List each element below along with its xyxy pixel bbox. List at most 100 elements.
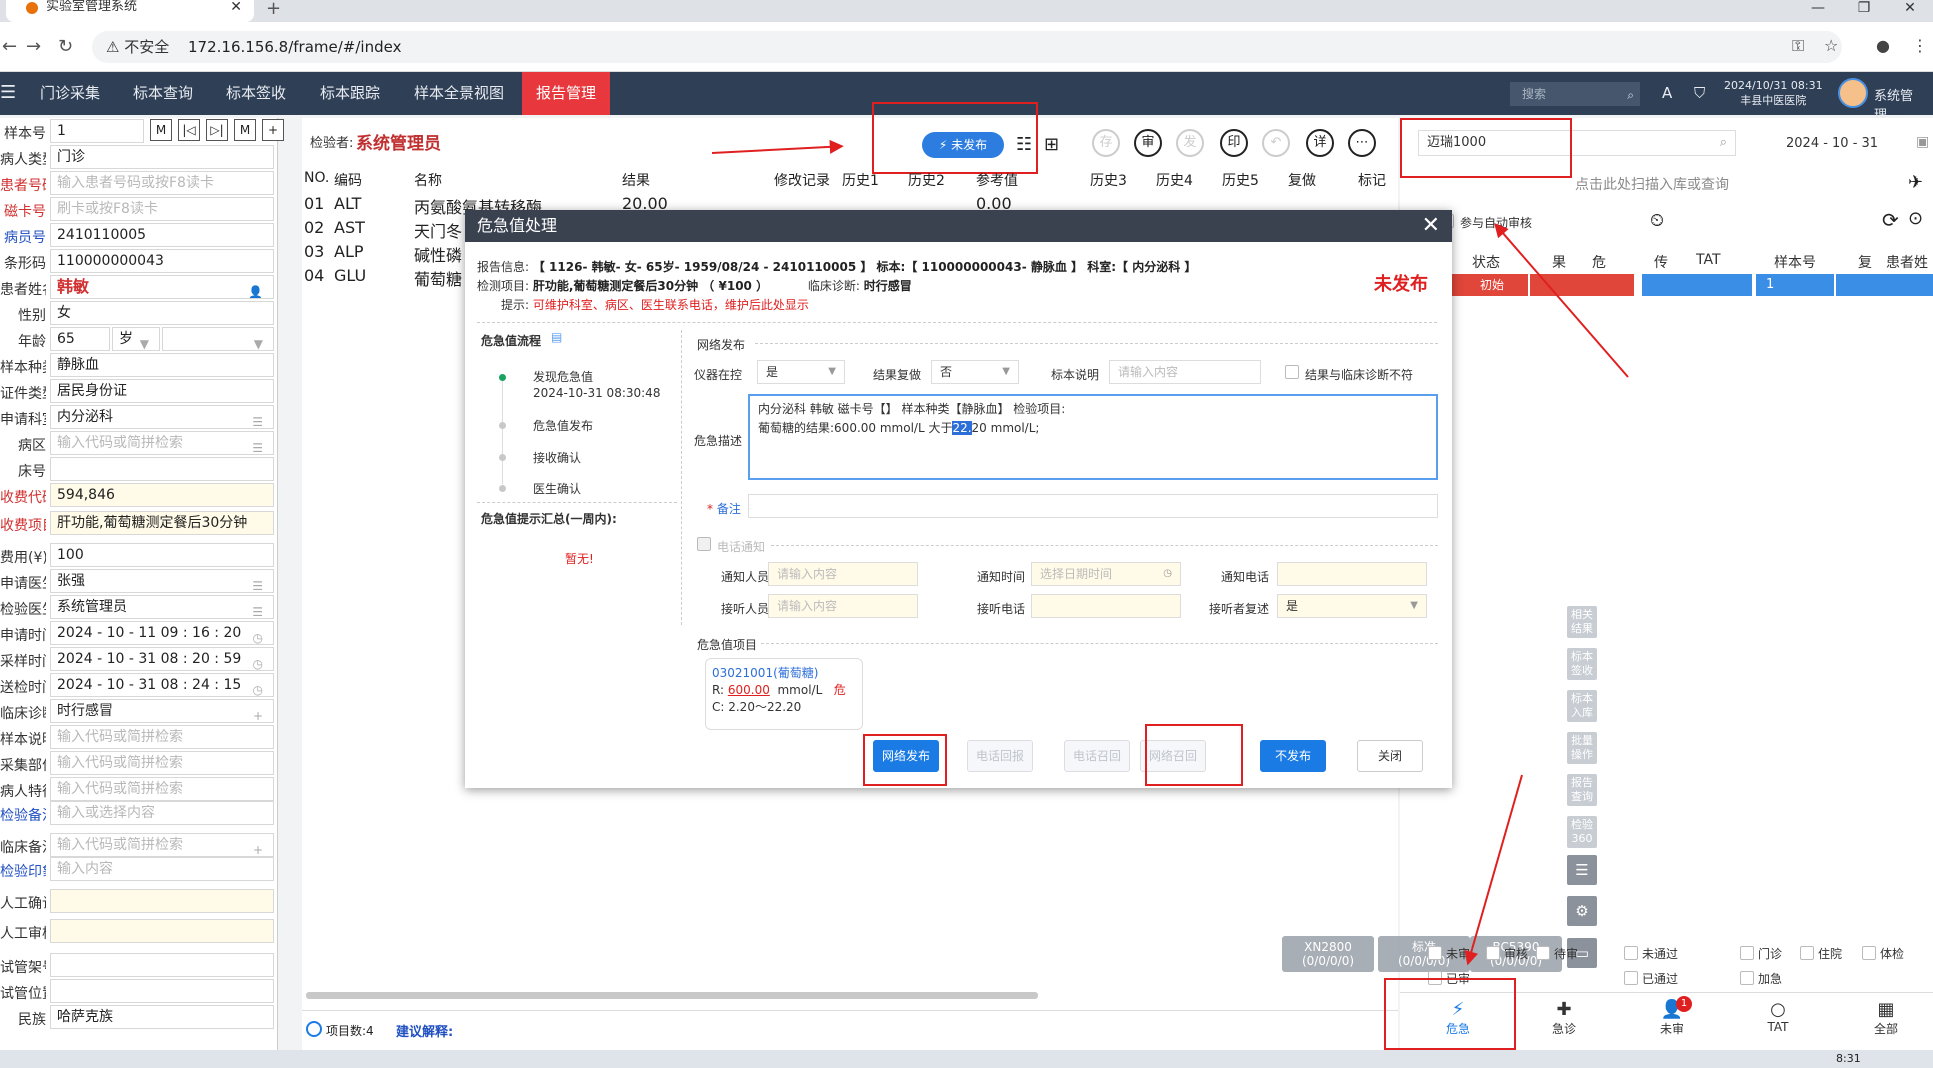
key-icon[interactable]: ⚿ — [1792, 36, 1804, 56]
unpublished-button[interactable]: ⚡ 未发布 — [922, 132, 1004, 158]
receiver-input[interactable]: 请输入内容 — [768, 594, 918, 618]
nav-item-sample-query[interactable]: 标本查询 — [133, 72, 193, 115]
radio-icon[interactable] — [306, 1021, 322, 1037]
toolbar-circle-button[interactable]: ⋯ — [1348, 129, 1376, 157]
url-input[interactable]: ⚠ 不安全 172.16.156.8/frame/#/index — [92, 31, 1842, 63]
close-icon[interactable]: ✕ — [1422, 210, 1440, 242]
filter-checkbox[interactable] — [1800, 946, 1814, 960]
filter-checkbox[interactable] — [1428, 946, 1442, 960]
more-icon[interactable]: ⊙ — [1908, 208, 1923, 229]
dropdown-icon[interactable]: ☰ — [252, 411, 263, 428]
age-input[interactable]: 65 — [50, 327, 110, 351]
filter-checkbox[interactable] — [1740, 946, 1754, 960]
forward-icon[interactable]: → — [26, 36, 41, 57]
retest-select[interactable]: 否 ▼ — [931, 360, 1019, 384]
field-input[interactable]: 594,846 — [50, 483, 274, 507]
mismatch-checkbox[interactable] — [1285, 365, 1299, 379]
toolbar-circle-button[interactable]: 审 — [1134, 129, 1162, 157]
new-tab-icon[interactable]: + — [266, 0, 281, 19]
clock-icon[interactable]: ◷ — [253, 679, 263, 696]
add-icon[interactable]: + — [253, 839, 263, 856]
dropdown-icon[interactable]: ☰ — [252, 575, 263, 592]
field-input[interactable]: 输入代码或简拼检索 ☰ — [50, 431, 274, 455]
toolbar-circle-button[interactable]: ↶ — [1262, 129, 1290, 157]
field-input[interactable]: 刷卡或按F8读卡 — [50, 197, 274, 221]
nav-item-sample-track[interactable]: 标本跟踪 — [320, 72, 380, 115]
field-input[interactable]: 2410110005 — [50, 223, 274, 247]
remark-input[interactable] — [748, 494, 1438, 518]
sample-tool-button[interactable]: M — [150, 119, 172, 141]
dropdown-icon[interactable]: ☰ — [252, 437, 263, 454]
notify-person-input[interactable]: 请输入内容 — [768, 562, 918, 586]
instrument-select[interactable]: 是 ▼ — [757, 360, 845, 384]
expand-icon[interactable]: ⊞ — [1044, 134, 1059, 155]
phone-report-button[interactable]: 电话回报 — [967, 740, 1033, 772]
scan-hint[interactable]: 点击此处扫描入库或查询 — [1575, 174, 1729, 194]
field-input[interactable]: 输入内容 — [50, 857, 274, 881]
filter-checkbox[interactable] — [1536, 946, 1550, 960]
close-button[interactable]: 关闭 — [1357, 740, 1423, 772]
toolbar-circle-button[interactable]: 印 — [1220, 129, 1248, 157]
star-icon[interactable]: ☆ — [1824, 36, 1838, 55]
field-input[interactable] — [50, 953, 274, 977]
critical-description-textarea[interactable]: 内分泌科 韩敏 磁卡号【】 样本种类【静脉血】 检验项目: 葡萄糖的结果:600… — [748, 394, 1438, 480]
side-action-button[interactable]: 相关结果 — [1567, 606, 1597, 638]
toolbar-circle-button[interactable]: 发 — [1176, 129, 1204, 157]
menu-icon[interactable]: ⋮ — [1912, 36, 1928, 55]
sample-tool-button[interactable]: + — [262, 119, 284, 141]
sample-row[interactable]: 初始 1 — [1400, 274, 1933, 296]
critical-item-card[interactable]: 03021001(葡萄糖) R: 600.00 mmol/L 危 C: 2.20… — [705, 658, 863, 730]
field-input[interactable] — [50, 889, 274, 913]
pin-icon[interactable]: ✈ — [1908, 172, 1923, 193]
menu-toggle-icon[interactable]: ☰ — [0, 82, 16, 103]
bottom-nav-item[interactable]: ⚡ 危急 — [1428, 1000, 1488, 1037]
notify-phone-input[interactable] — [1277, 562, 1427, 586]
bottom-nav-item[interactable]: 👤 未审 1 — [1642, 996, 1702, 1037]
field-input[interactable]: 100 — [50, 543, 274, 567]
filter-checkbox[interactable] — [1624, 971, 1638, 985]
field-input[interactable] — [50, 979, 274, 1003]
field-input[interactable]: 居民身份证 — [50, 379, 274, 403]
no-publish-button[interactable]: 不发布 — [1260, 740, 1326, 772]
sample-tool-button[interactable]: |◁ — [178, 119, 200, 141]
calendar-icon[interactable]: ▣ — [1916, 134, 1929, 150]
search-icon[interactable]: ⌕ — [1627, 83, 1634, 107]
filter-checkbox[interactable] — [1862, 946, 1876, 960]
filter-checkbox[interactable] — [1740, 971, 1754, 985]
avatar[interactable] — [1838, 78, 1868, 108]
nav-search-input[interactable]: 搜索 ⌕ — [1510, 82, 1640, 106]
field-input[interactable]: 输入或选择内容 — [50, 801, 274, 825]
field-input[interactable]: 输入代码或简拼检索 — [50, 725, 274, 749]
nav-item-sample-receipt[interactable]: 标本签收 — [226, 72, 286, 115]
field-input[interactable]: 110000000043 — [50, 249, 274, 273]
field-input[interactable] — [50, 457, 274, 481]
filter-checkbox[interactable] — [1486, 946, 1500, 960]
field-input[interactable]: 系统管理员 ☰ — [50, 595, 274, 619]
security-indicator[interactable]: ⚠ 不安全 — [106, 38, 169, 56]
side-action-button[interactable]: 检验360 — [1567, 816, 1597, 848]
field-input[interactable]: 输入患者号码或按F8读卡 — [50, 171, 274, 195]
field-input[interactable]: 2024 - 10 - 11 09 : 16 : 20 ◷ — [50, 621, 274, 645]
add-icon[interactable]: + — [253, 705, 263, 722]
font-size-icon[interactable]: A — [1662, 84, 1672, 102]
repeat-select[interactable]: 是 ▼ — [1277, 594, 1427, 618]
field-input[interactable]: 输入代码或简拼检索 + — [50, 833, 274, 857]
close-window-icon[interactable]: ✕ — [1887, 0, 1933, 16]
toolbar-circle-button[interactable]: 详 — [1306, 129, 1334, 157]
bottom-nav-item[interactable]: ✚ 急诊 — [1534, 1000, 1594, 1037]
search-icon[interactable]: ⌕ — [1720, 131, 1727, 155]
clock-icon[interactable]: ◷ — [253, 653, 263, 670]
side-action-button[interactable]: 报告查询 — [1567, 774, 1597, 806]
list-menu-icon[interactable]: ☰ — [1567, 855, 1597, 885]
field-input[interactable]: 韩敏 👤 — [50, 275, 274, 299]
side-action-button[interactable]: 批量操作 — [1567, 732, 1597, 764]
profile-icon[interactable]: ● — [1876, 36, 1890, 55]
field-input[interactable]: 内分泌科 ☰ — [50, 405, 274, 429]
field-input[interactable]: 门诊 — [50, 145, 274, 169]
nav-item-panorama[interactable]: 样本全景视图 — [414, 72, 504, 115]
bottom-nav-item[interactable]: ○ TAT — [1748, 1000, 1808, 1035]
gear-icon[interactable]: ⚙ — [1567, 896, 1597, 926]
nav-item-report-manage[interactable]: 报告管理 — [522, 72, 611, 115]
refresh-icon[interactable]: ⟳ — [1882, 208, 1899, 232]
device-chip[interactable]: XN2800 (0/0/0/0) — [1282, 936, 1374, 972]
